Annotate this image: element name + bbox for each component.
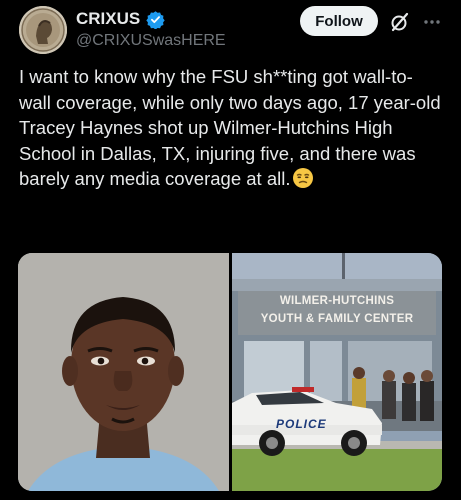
building-sign-line2: YOUTH & FAMILY CENTER: [260, 313, 414, 325]
follow-button[interactable]: Follow: [300, 6, 378, 36]
tweet-body: I want to know why the FSU sh**ting got …: [19, 66, 441, 189]
police-scene-photo[interactable]: WILMER-HUTCHINS YOUTH & FAMILY CENTER PO…: [232, 253, 442, 491]
avatar[interactable]: [19, 6, 67, 54]
grok-slash-icon[interactable]: [388, 10, 412, 34]
user-handle[interactable]: @CRIXUSwasHERE: [76, 32, 296, 50]
mugshot-photo[interactable]: [18, 253, 229, 491]
police-car-label: POLICE: [276, 417, 327, 431]
display-name[interactable]: CRIXUS: [76, 9, 140, 29]
unamused-face-emoji: [292, 167, 314, 189]
verified-badge-icon: [146, 10, 165, 30]
more-horizontal-icon[interactable]: [420, 10, 444, 34]
tweet-header: CRIXUS @CRIXUSwasHERE: [76, 8, 296, 50]
tweet-text: I want to know why the FSU sh**ting got …: [19, 64, 444, 192]
tweet-media[interactable]: WILMER-HUTCHINS YOUTH & FAMILY CENTER PO…: [18, 253, 442, 491]
building-sign-line1: WILMER-HUTCHINS: [279, 295, 395, 307]
